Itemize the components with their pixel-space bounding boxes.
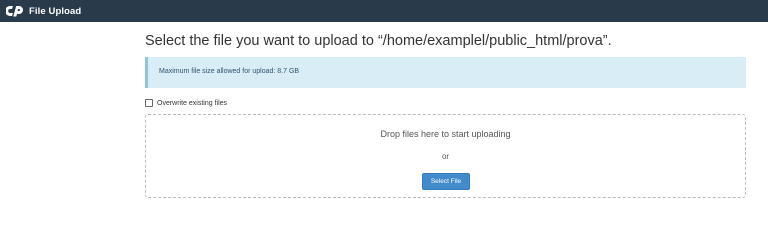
select-file-button[interactable]: Select File [422,173,470,190]
overwrite-checkbox[interactable] [145,99,153,107]
info-alert: Maximum file size allowed for upload: 8.… [145,57,746,88]
page-heading: Select the file you want to upload to “/… [145,33,612,49]
app-title: File Upload [29,5,82,17]
cpanel-logo-icon[interactable] [6,4,24,18]
dropzone-text: Drop files here to start uploading [380,129,511,139]
or-separator: or [441,152,450,161]
top-header-bar: File Upload [0,0,768,22]
overwrite-option[interactable]: Overwrite existing files [145,99,227,107]
max-file-size-message: Maximum file size allowed for upload: 8.… [159,68,300,75]
overwrite-label: Overwrite existing files [157,99,228,107]
file-dropzone[interactable]: Drop files here to start uploading or Se… [145,114,746,198]
